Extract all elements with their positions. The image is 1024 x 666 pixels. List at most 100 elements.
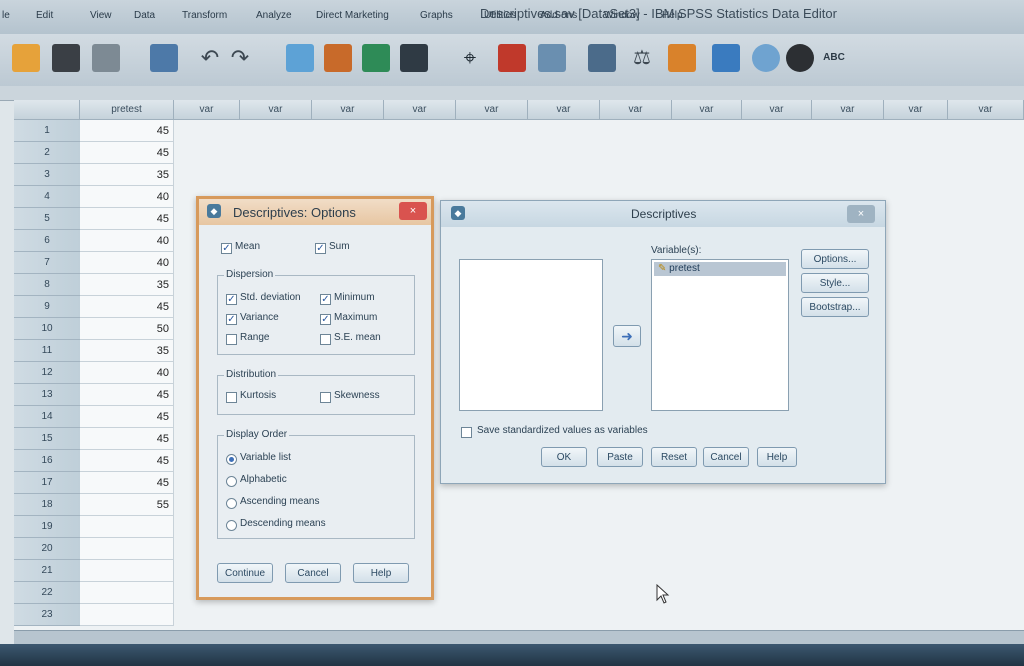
menu-transform[interactable]: Transform [182,10,227,21]
print-icon[interactable] [92,44,120,72]
row-number[interactable]: 7 [14,252,80,274]
pretest-cell[interactable]: 45 [80,384,174,406]
pretest-cell[interactable]: 45 [80,406,174,428]
minimum-checkbox[interactable]: ✓ [320,294,331,305]
std-deviation-checkbox[interactable]: ✓ [226,294,237,305]
menu-direct-marketing[interactable]: Direct Marketing [316,10,389,21]
goto-case-icon[interactable] [286,44,314,72]
pretest-cell[interactable]: 45 [80,120,174,142]
column-header-var[interactable]: var [174,100,240,120]
insert-cases-icon[interactable] [498,44,526,72]
pretest-cell[interactable]: 45 [80,450,174,472]
style-button[interactable]: Style... [801,273,869,293]
pretest-cell[interactable] [80,538,174,560]
pretest-cell[interactable]: 40 [80,230,174,252]
column-header-pretest[interactable]: pretest [80,100,174,120]
pretest-cell[interactable]: 40 [80,362,174,384]
row-number[interactable]: 18 [14,494,80,516]
bootstrap-button[interactable]: Bootstrap... [801,297,869,317]
row-number[interactable]: 10 [14,318,80,340]
pretest-cell[interactable]: 50 [80,318,174,340]
se-mean-checkbox[interactable] [320,334,331,345]
source-variable-list[interactable] [459,259,603,411]
cancel-button[interactable]: Cancel [285,563,341,583]
ok-button[interactable]: OK [541,447,587,467]
menu-graphs[interactable]: Graphs [420,10,453,21]
pretest-cell[interactable]: 55 [80,494,174,516]
row-number[interactable]: 20 [14,538,80,560]
row-number[interactable]: 6 [14,230,80,252]
column-header-var[interactable]: var [672,100,742,120]
save-icon[interactable] [52,44,80,72]
row-number[interactable]: 12 [14,362,80,384]
kurtosis-checkbox[interactable] [226,392,237,403]
selected-variable-pretest[interactable]: ✎ pretest [654,262,786,276]
menu-file[interactable]: le [2,10,10,21]
insert-variable-icon[interactable] [538,44,566,72]
sum-checkbox[interactable]: ✓ [315,243,326,254]
row-number[interactable]: 1 [14,120,80,142]
row-number[interactable]: 15 [14,428,80,450]
row-number[interactable]: 17 [14,472,80,494]
help-button[interactable]: Help [757,447,797,467]
reset-button[interactable]: Reset [651,447,697,467]
row-number[interactable]: 13 [14,384,80,406]
row-number[interactable]: 8 [14,274,80,296]
cell-editor-bar[interactable] [0,86,1024,101]
save-standardized-checkbox[interactable] [461,427,472,438]
help-button[interactable]: Help [353,563,409,583]
options-title-bar[interactable]: ◆ Descriptives: Options × [199,199,431,225]
column-header-var[interactable]: var [384,100,456,120]
column-header-var[interactable]: var [528,100,600,120]
open-folder-icon[interactable] [12,44,40,72]
pretest-cell[interactable]: 45 [80,296,174,318]
variables-icon[interactable] [362,44,390,72]
pretest-cell[interactable]: 40 [80,186,174,208]
spell-check-icon[interactable]: ABC [820,44,848,72]
pretest-cell[interactable]: 35 [80,274,174,296]
column-header-var[interactable]: var [240,100,312,120]
pretest-cell[interactable] [80,560,174,582]
descending-means-radio[interactable] [226,520,237,531]
row-number[interactable]: 5 [14,208,80,230]
use-sets-icon[interactable] [752,44,780,72]
row-number[interactable]: 19 [14,516,80,538]
menu-analyze[interactable]: Analyze [256,10,292,21]
pretest-cell[interactable]: 35 [80,164,174,186]
row-number[interactable]: 3 [14,164,80,186]
close-icon[interactable]: × [847,205,875,223]
redo-icon[interactable]: ↷ [226,44,254,72]
weight-cases-icon[interactable]: ⚖ [628,44,656,72]
column-header-var[interactable]: var [884,100,948,120]
column-header-var[interactable]: var [742,100,812,120]
continue-button[interactable]: Continue [217,563,273,583]
pretest-cell[interactable]: 35 [80,340,174,362]
row-number[interactable]: 11 [14,340,80,362]
dialog-recall-icon[interactable] [150,44,178,72]
alphabetic-radio[interactable] [226,476,237,487]
pretest-cell[interactable]: 45 [80,142,174,164]
maximum-checkbox[interactable]: ✓ [320,314,331,325]
range-checkbox[interactable] [226,334,237,345]
row-number[interactable]: 2 [14,142,80,164]
split-file-icon[interactable] [588,44,616,72]
menu-data[interactable]: Data [134,10,155,21]
row-number[interactable]: 23 [14,604,80,626]
pretest-cell[interactable]: 40 [80,252,174,274]
column-header-var[interactable]: var [312,100,384,120]
undo-icon[interactable]: ↶ [196,44,224,72]
horizontal-scrollbar[interactable] [14,630,1024,645]
pretest-cell[interactable] [80,604,174,626]
row-number[interactable]: 14 [14,406,80,428]
show-all-variables-icon[interactable] [786,44,814,72]
select-cases-icon[interactable] [668,44,696,72]
row-number[interactable]: 9 [14,296,80,318]
target-variable-list[interactable]: ✎ pretest [651,259,789,411]
run-descriptives-icon[interactable] [400,44,428,72]
pretest-cell[interactable]: 45 [80,208,174,230]
skewness-checkbox[interactable] [320,392,331,403]
ascending-means-radio[interactable] [226,498,237,509]
row-number[interactable]: 22 [14,582,80,604]
row-number[interactable]: 16 [14,450,80,472]
move-variable-arrow-icon[interactable]: ➜ [613,325,641,347]
